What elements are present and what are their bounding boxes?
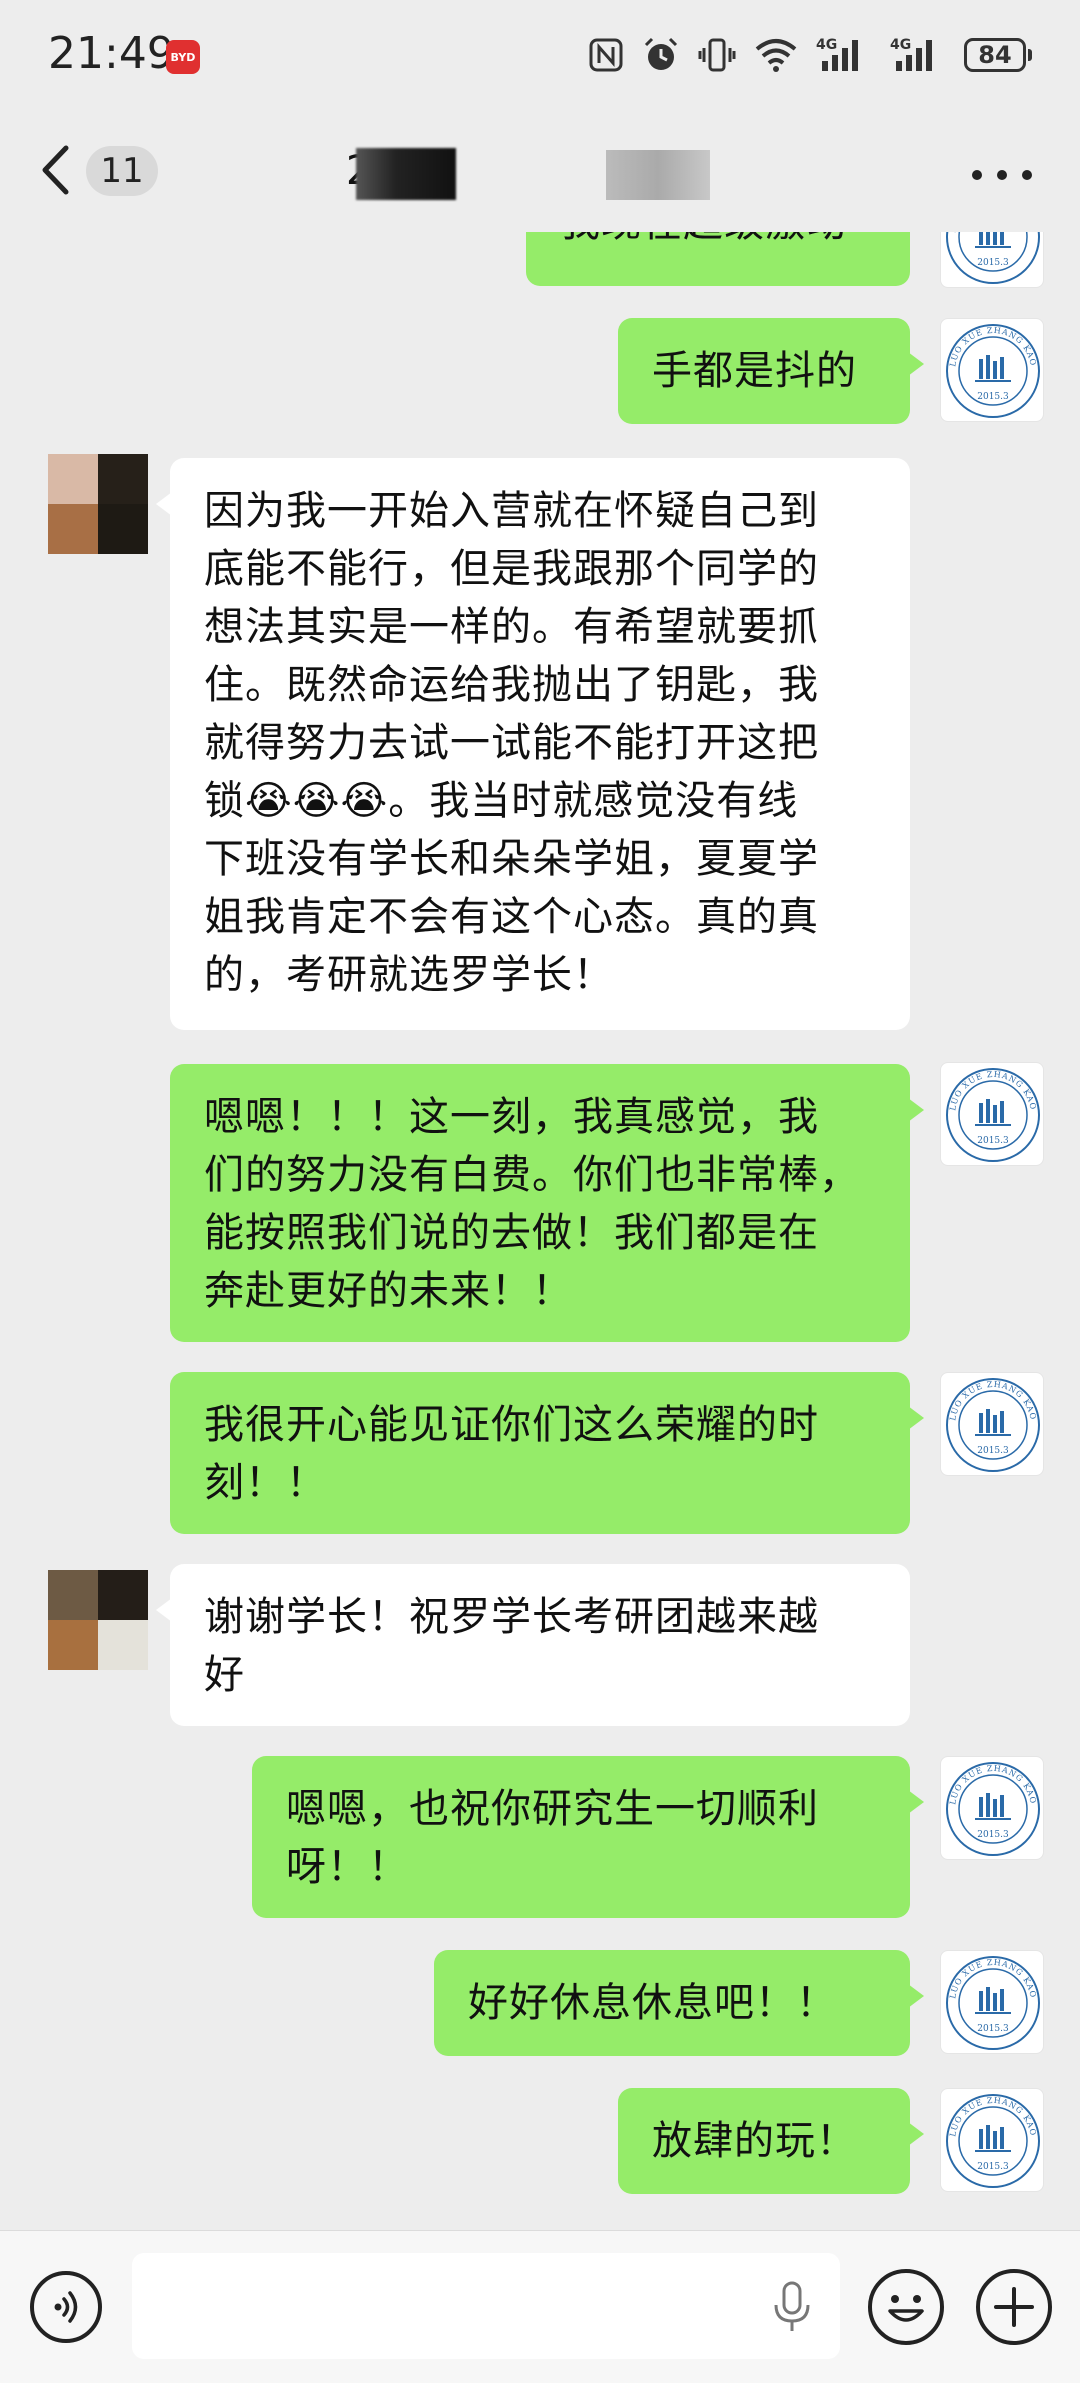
input-bar <box>0 2230 1080 2383</box>
status-bar: 21:49 BYD 4G 4G 84 <box>0 0 1080 110</box>
emoji-button[interactable] <box>868 2269 944 2345</box>
svg-text:2015.3: 2015.3 <box>977 1830 1009 1840</box>
voice-icon <box>54 2291 78 2323</box>
plus-icon <box>994 2287 1034 2327</box>
contact-avatar[interactable] <box>48 1570 148 1670</box>
title-redaction-2 <box>606 150 710 200</box>
emoji-icon <box>888 2295 924 2322</box>
message-list[interactable]: 我现在超级激动 LUO XUE ZHANG KAO YAN2015.3 手都是抖… <box>0 232 1080 2232</box>
back-button[interactable] <box>40 140 80 200</box>
chat-header: 11 2 <box>0 120 1080 232</box>
alarm-icon <box>642 36 680 74</box>
svg-text:4G: 4G <box>816 37 837 53</box>
my-avatar[interactable]: LUO XUE ZHANG KAO YAN2015.3 <box>940 1950 1044 2054</box>
my-avatar[interactable]: LUO XUE ZHANG KAO YAN2015.3 <box>940 2088 1044 2192</box>
more-options-button[interactable] <box>972 160 1032 190</box>
my-avatar[interactable]: LUO XUE ZHANG KAO YAN2015.3 <box>940 1062 1044 1166</box>
voice-input-button[interactable] <box>30 2271 102 2343</box>
nfc-icon <box>588 37 624 73</box>
contact-avatar[interactable] <box>48 454 148 554</box>
message-bubble-incoming[interactable]: 谢谢学长！祝罗学长考研团越来越 好 <box>156 1564 910 1726</box>
status-time: 21:49 <box>48 28 175 79</box>
my-avatar[interactable]: LUO XUE ZHANG KAO YAN2015.3 <box>940 1372 1044 1476</box>
microphone-icon[interactable] <box>770 2279 814 2335</box>
message-bubble-outgoing[interactable]: 手都是抖的 <box>618 318 924 424</box>
svg-text:2015.3: 2015.3 <box>977 1136 1009 1146</box>
wifi-icon <box>754 37 798 73</box>
svg-text:2015.3: 2015.3 <box>977 2024 1009 2034</box>
svg-text:2015.3: 2015.3 <box>977 392 1009 402</box>
message-bubble-outgoing[interactable]: 嗯嗯！！！这一刻，我真感觉，我 们的努力没有白费。你们也非常棒， 能按照我们说的… <box>170 1064 924 1342</box>
message-input[interactable] <box>132 2253 840 2359</box>
svg-text:2015.3: 2015.3 <box>977 1446 1009 1456</box>
message-bubble-outgoing[interactable]: 我现在超级激动 <box>526 232 910 286</box>
my-avatar[interactable]: LUO XUE ZHANG KAO YAN2015.3 <box>940 318 1044 422</box>
message-bubble-outgoing[interactable]: 好好休息休息吧！！ <box>434 1950 924 2056</box>
message-bubble-outgoing[interactable]: 我很开心能见证你们这么荣耀的时 刻！！ <box>170 1372 924 1534</box>
battery-icon: 84 <box>964 38 1032 72</box>
svg-text:2015.3: 2015.3 <box>977 258 1009 268</box>
title-redaction-1 <box>356 148 456 200</box>
message-bubble-outgoing[interactable]: 放肆的玩！ <box>618 2088 924 2194</box>
more-actions-button[interactable] <box>976 2269 1052 2345</box>
vibrate-icon <box>698 36 736 74</box>
signal-4g-icon-2: 4G <box>890 35 946 75</box>
my-avatar[interactable]: LUO XUE ZHANG KAO YAN2015.3 <box>940 1756 1044 1860</box>
byd-app-icon: BYD <box>166 40 200 74</box>
battery-level: 84 <box>964 38 1026 72</box>
my-avatar[interactable]: LUO XUE ZHANG KAO YAN2015.3 <box>940 232 1044 288</box>
system-icons: 4G 4G 84 <box>588 30 1032 80</box>
svg-text:2015.3: 2015.3 <box>977 2162 1009 2172</box>
message-bubble-outgoing[interactable]: 嗯嗯，也祝你研究生一切顺利 呀！！ <box>252 1756 924 1918</box>
chevron-left-icon <box>42 145 69 195</box>
svg-text:4G: 4G <box>890 37 911 53</box>
message-bubble-incoming[interactable]: 因为我一开始入营就在怀疑自己到 底能不能行，但是我跟那个同学的 想法其实是一样的… <box>156 458 910 1030</box>
unread-count-badge[interactable]: 11 <box>86 146 158 196</box>
signal-4g-icon-1: 4G <box>816 35 872 75</box>
